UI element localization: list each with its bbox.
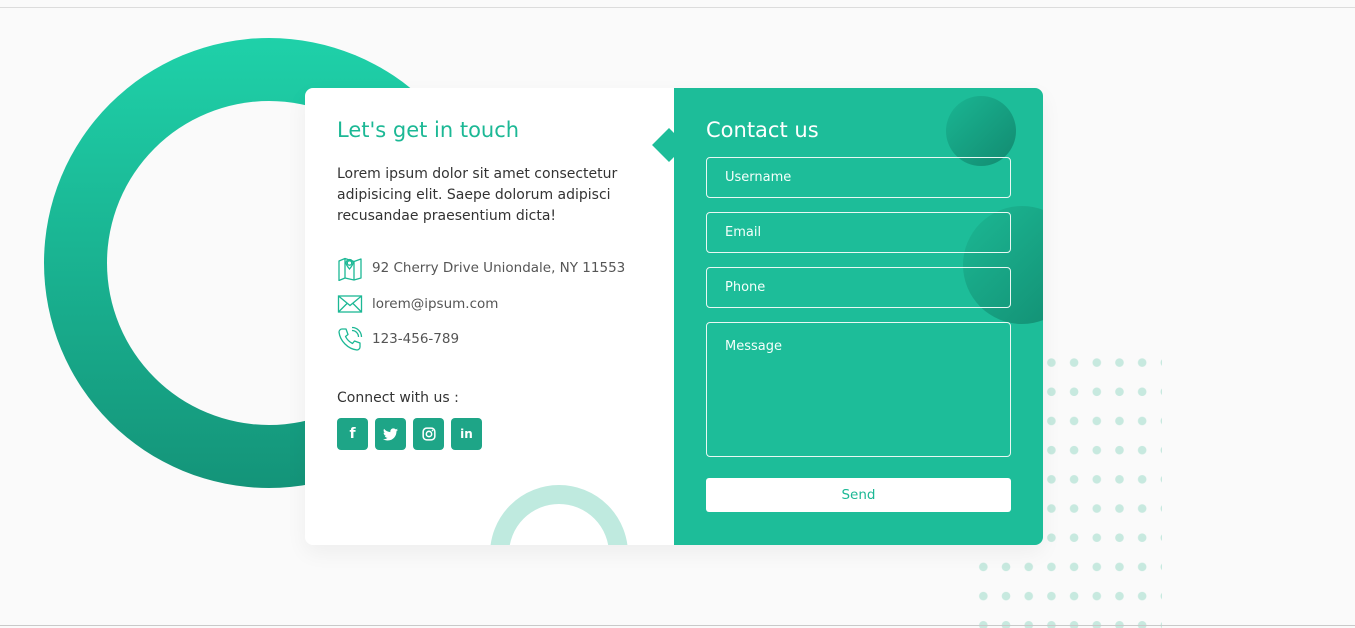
- facebook-button[interactable]: f: [337, 418, 368, 450]
- email-input[interactable]: [706, 212, 1011, 253]
- form-title: Contact us: [706, 118, 819, 142]
- email-row: lorem@ipsum.com: [337, 291, 498, 317]
- decorative-bubble: [946, 96, 1016, 166]
- map-icon: [338, 257, 362, 281]
- decorative-small-ring: [490, 485, 628, 545]
- bottom-divider: [0, 625, 1355, 626]
- instagram-icon: [421, 427, 436, 441]
- linkedin-button[interactable]: in: [451, 418, 482, 450]
- facebook-icon: f: [349, 426, 356, 442]
- message-textarea[interactable]: [706, 322, 1011, 457]
- linkedin-icon: in: [460, 427, 473, 441]
- send-button[interactable]: Send: [706, 478, 1011, 512]
- phone-icon: [338, 326, 363, 351]
- contact-info-panel: Let's get in touch Lorem ipsum dolor sit…: [305, 88, 674, 545]
- envelope-icon: [337, 295, 363, 313]
- phone-row: 123-456-789: [337, 326, 459, 352]
- connect-label: Connect with us :: [337, 390, 459, 406]
- address-text: 92 Cherry Drive Uniondale, NY 11553: [372, 260, 626, 276]
- instagram-button[interactable]: [413, 418, 444, 450]
- phone-text: 123-456-789: [372, 331, 460, 347]
- contact-card: Let's get in touch Lorem ipsum dolor sit…: [305, 88, 1043, 545]
- username-input[interactable]: [706, 157, 1011, 198]
- phone-input[interactable]: [706, 267, 1011, 308]
- info-title: Let's get in touch: [337, 118, 520, 142]
- twitter-button[interactable]: [375, 418, 406, 450]
- address-row: 92 Cherry Drive Uniondale, NY 11553: [337, 255, 625, 281]
- contact-form-panel: Contact us Send: [674, 88, 1043, 545]
- info-description: Lorem ipsum dolor sit amet consectetur a…: [337, 166, 618, 224]
- social-links: f in: [337, 418, 489, 450]
- twitter-icon: [383, 427, 398, 440]
- email-text: lorem@ipsum.com: [372, 296, 499, 312]
- top-divider: [0, 7, 1355, 8]
